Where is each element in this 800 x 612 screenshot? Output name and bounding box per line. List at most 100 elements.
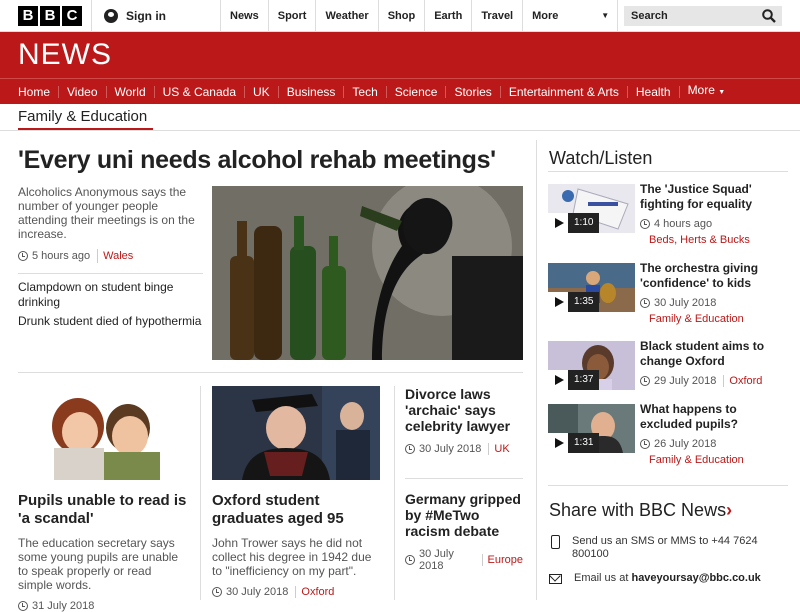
video-thumbnail[interactable]: 1:31 — [548, 404, 635, 453]
section-title[interactable]: Family & Education — [18, 108, 153, 131]
clock-icon — [18, 601, 28, 611]
bbc-logo-letter: C — [62, 5, 82, 26]
nav-health[interactable]: Health — [628, 85, 680, 98]
topnav-news[interactable]: News — [221, 0, 269, 32]
story-card[interactable]: Germany gripped by #MeTwo racism debate … — [405, 491, 523, 572]
lead-tag[interactable]: Wales — [97, 249, 133, 263]
lead-summary: Alcoholics Anonymous says the number of … — [18, 185, 195, 241]
card-tag[interactable]: Oxford — [295, 586, 334, 598]
chevron-right-icon: › — [726, 500, 733, 520]
lead-divider — [18, 372, 523, 373]
card-image — [212, 386, 380, 480]
user-icon — [104, 8, 118, 23]
watch-item-tag[interactable]: Family & Education — [649, 454, 744, 466]
children-whispering-image — [18, 386, 188, 480]
graduate-portrait-image — [212, 386, 380, 480]
watch-item-time: 26 July 2018 — [654, 438, 717, 450]
bbc-logo[interactable]: B B C — [18, 5, 82, 26]
nav-stories[interactable]: Stories — [446, 85, 501, 98]
video-thumbnail[interactable]: 1:35 — [548, 263, 635, 312]
watch-item-meta: 4 hours ago — [640, 218, 712, 230]
video-thumbnail[interactable]: 1:10 — [548, 184, 635, 233]
topnav-sport[interactable]: Sport — [269, 0, 317, 32]
search-icon[interactable] — [762, 9, 776, 23]
watch-item-title[interactable]: Black student aims to change Oxford — [640, 339, 788, 369]
card-title[interactable]: Divorce laws 'archaic' says celebrity la… — [405, 386, 523, 434]
clock-icon — [640, 376, 650, 386]
nav-more-label: More — [687, 83, 715, 97]
lead-image-illustration — [212, 186, 523, 360]
related-list: Clampdown on student binge drinking Drun… — [18, 273, 203, 329]
nav-business[interactable]: Business — [279, 85, 345, 98]
story-card[interactable]: Divorce laws 'archaic' says celebrity la… — [405, 386, 523, 455]
play-badge: 1:37 — [548, 370, 600, 390]
lead-headline[interactable]: 'Every uni needs alcohol rehab meetings' — [18, 146, 496, 175]
caret-down-icon: ▼ — [718, 89, 726, 96]
video-thumbnail[interactable]: 1:37 — [548, 341, 635, 390]
card-meta: 30 July 2018 Oxford — [212, 586, 380, 598]
nav-us-canada[interactable]: US & Canada — [155, 85, 246, 98]
nav-more[interactable]: More ▼ — [680, 84, 734, 99]
phone-icon — [551, 535, 560, 549]
nav-science[interactable]: Science — [387, 85, 447, 98]
card-title[interactable]: Pupils unable to read is 'a scandal' — [18, 492, 188, 528]
topnav-weather[interactable]: Weather — [316, 0, 379, 32]
sign-in-link[interactable]: Sign in — [91, 0, 221, 32]
video-duration: 1:37 — [568, 370, 600, 390]
clock-icon — [640, 219, 650, 229]
related-link[interactable]: Clampdown on student binge drinking — [18, 280, 203, 310]
watch-item-title[interactable]: The 'Justice Squad' fighting for equalit… — [640, 182, 788, 212]
play-badge: 1:31 — [548, 433, 600, 453]
topnav-more[interactable]: More ▼ — [523, 0, 619, 32]
watch-item-time: 29 July 2018 — [654, 375, 717, 387]
nav-tech[interactable]: Tech — [344, 85, 387, 98]
sign-in-label: Sign in — [126, 8, 166, 23]
card-date: 30 July 2018 — [419, 548, 454, 572]
story-card[interactable]: Pupils unable to read is 'a scandal' The… — [18, 386, 188, 612]
watch-item-tag[interactable]: Beds, Herts & Bucks — [649, 234, 750, 246]
watch-item-tag[interactable]: Family & Education — [649, 313, 744, 325]
watch-item-title[interactable]: What happens to excluded pupils? — [640, 402, 788, 432]
topnav-earth[interactable]: Earth — [425, 0, 473, 32]
share-email-link[interactable]: haveyoursay@bbc.co.uk — [631, 572, 760, 584]
column-divider — [394, 386, 395, 600]
watch-item[interactable]: 1:37 Black student aims to change Oxford… — [548, 339, 788, 391]
card-text: The education secretary says some young … — [18, 536, 179, 592]
clock-icon — [640, 439, 650, 449]
story-card[interactable]: Oxford student graduates aged 95 John Tr… — [212, 386, 380, 598]
nav-video[interactable]: Video — [59, 85, 107, 98]
card-title[interactable]: Oxford student graduates aged 95 — [212, 492, 380, 528]
bbc-logo-letter: B — [40, 5, 60, 26]
watch-item-tag[interactable]: Oxford — [723, 375, 762, 387]
nav-home[interactable]: Home — [10, 85, 60, 98]
card-tag[interactable]: UK — [488, 443, 510, 455]
topnav-shop[interactable]: Shop — [379, 0, 426, 32]
clock-icon — [18, 251, 28, 261]
news-logo[interactable]: NEWS — [18, 38, 112, 72]
share-divider — [548, 485, 788, 486]
lead-time: 5 hours ago — [32, 250, 91, 262]
lead-meta: 5 hours ago Wales — [18, 249, 203, 263]
play-badge: 1:10 — [548, 213, 600, 233]
search-input[interactable] — [631, 10, 751, 22]
clock-icon — [212, 587, 222, 597]
share-title[interactable]: Share with BBC News› — [549, 500, 732, 521]
watch-item-meta: 30 July 2018 — [640, 297, 716, 309]
nav-entertainment-arts[interactable]: Entertainment & Arts — [501, 85, 628, 98]
nav-uk[interactable]: UK — [245, 85, 279, 98]
topnav-travel[interactable]: Travel — [472, 0, 524, 32]
watch-listen-title: Watch/Listen — [549, 148, 653, 168]
watch-item-title[interactable]: The orchestra giving 'confidence' to kid… — [640, 261, 788, 291]
mail-icon — [549, 574, 562, 584]
watch-item-time: 30 July 2018 — [654, 297, 717, 309]
card-title[interactable]: Germany gripped by #MeTwo racism debate — [405, 491, 523, 539]
share-sms-text: Send us an SMS or MMS to +44 7624 800100 — [572, 535, 758, 560]
related-link[interactable]: Drunk student died of hypothermia — [18, 314, 203, 329]
watch-item[interactable]: 1:31 What happens to excluded pupils? 26… — [548, 402, 788, 466]
card-tag[interactable]: Europe — [481, 554, 523, 566]
lead-image[interactable] — [212, 186, 523, 360]
card-text: John Trower says he did not collect his … — [212, 536, 372, 578]
watch-item[interactable]: 1:10 The 'Justice Squad' fighting for eq… — [548, 182, 788, 246]
watch-item[interactable]: 1:35 The orchestra giving 'confidence' t… — [548, 261, 788, 325]
nav-world[interactable]: World — [107, 85, 155, 98]
